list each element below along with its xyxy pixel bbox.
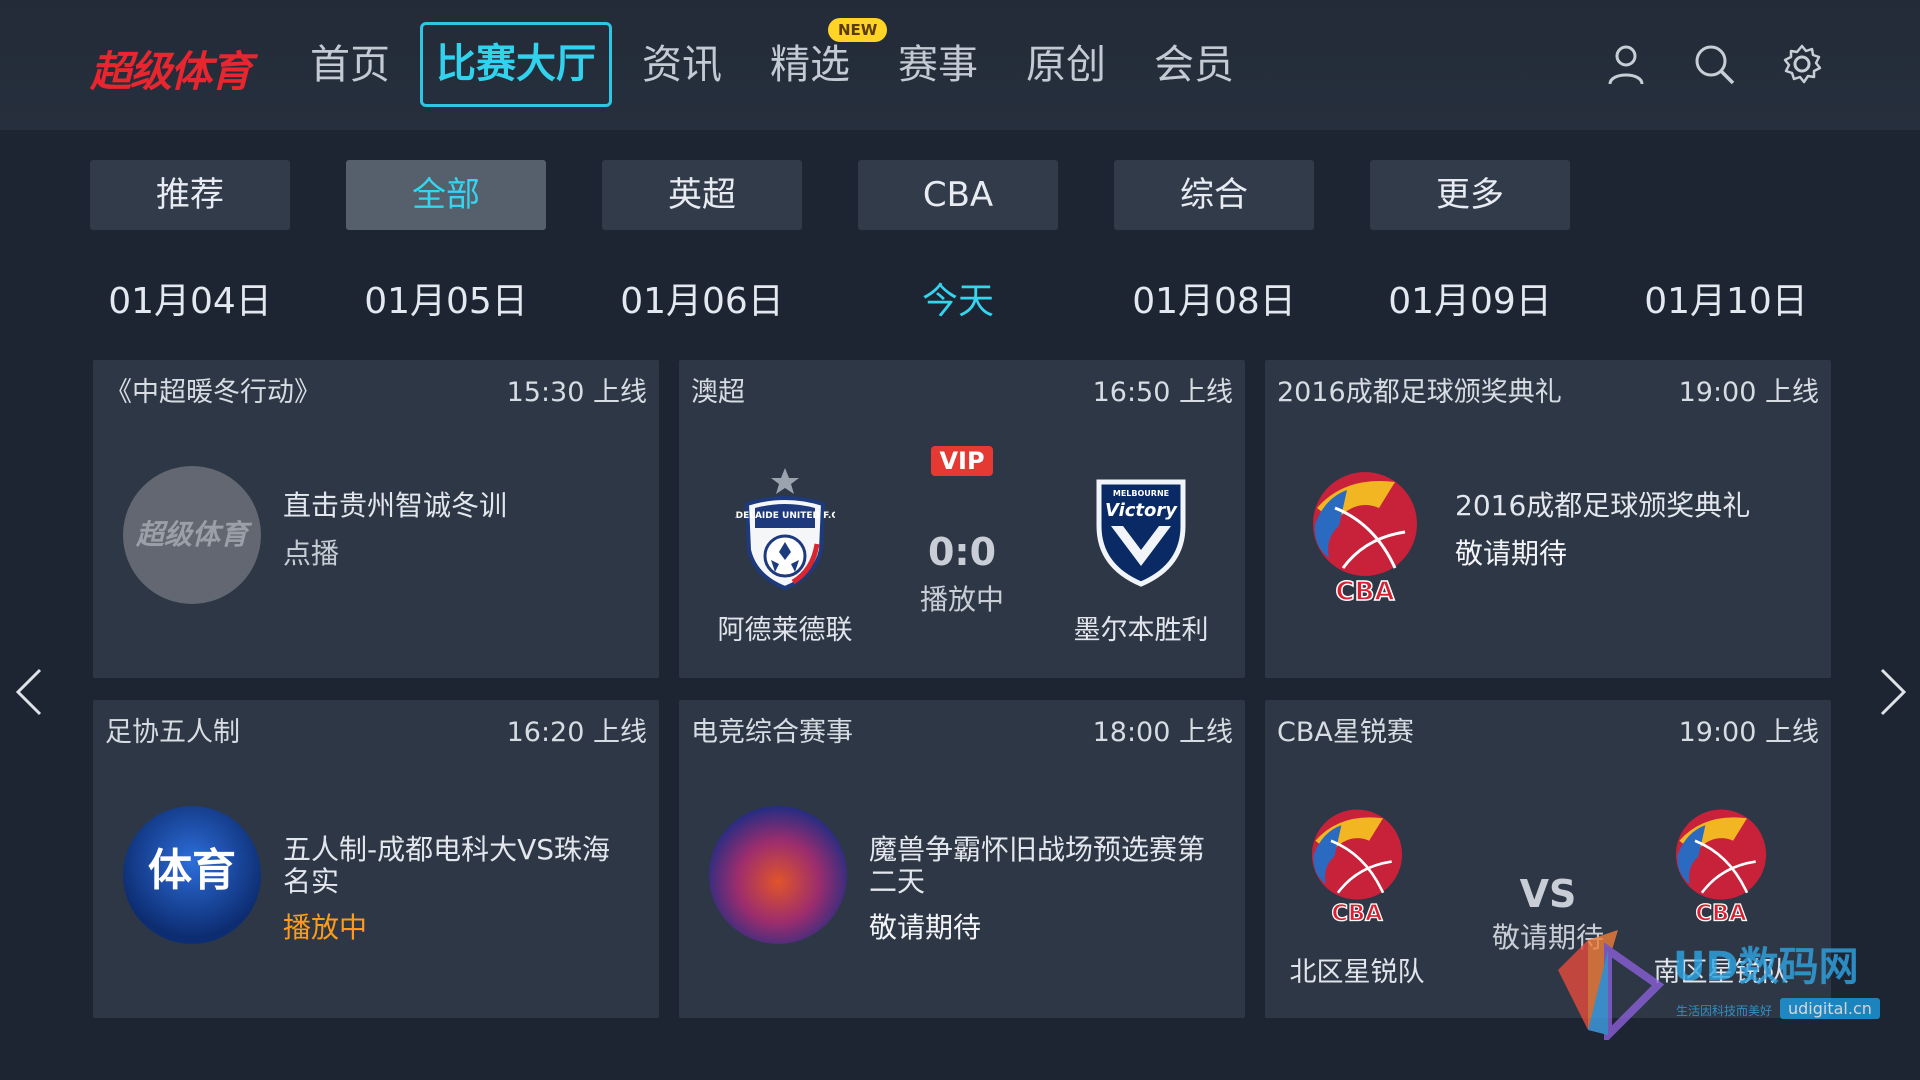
card-category: 《中超暖冬行动》 — [105, 377, 321, 408]
date-item[interactable]: 01月10日 — [1626, 272, 1826, 324]
watermark-logo-icon — [1558, 930, 1665, 1040]
next-arrow-icon[interactable] — [1872, 664, 1912, 720]
date-item[interactable]: 01月04日 — [90, 272, 290, 324]
tab-premier-league[interactable]: 英超 — [602, 160, 802, 230]
card-title: 五人制-成都电科大VS珠海名实 — [283, 833, 611, 898]
channel-logo-thumb: 超级体育 — [123, 466, 261, 604]
melbourne-victory-crest-icon: MELBOURNE Victory — [1096, 479, 1186, 587]
gear-icon[interactable] — [1780, 42, 1824, 86]
card-status: 点播 — [283, 537, 340, 570]
svg-text:CBA: CBA — [1695, 900, 1747, 924]
nav-featured[interactable]: 精选 — [760, 38, 860, 92]
watermark-text: UD数码网 — [1673, 944, 1859, 990]
tab-cba[interactable]: CBA — [858, 160, 1058, 230]
date-item[interactable]: 01月06日 — [602, 272, 802, 324]
date-item[interactable]: 01月09日 — [1370, 272, 1570, 324]
cba-logo-icon: CBA — [1313, 472, 1417, 604]
match-card[interactable]: 澳超 16:50 上线 ADELAIDE UNITED F.C. 阿德莱德联 V… — [679, 360, 1245, 678]
watermark: UD数码网 生活因科技而美好 udigital.cn — [1548, 930, 1908, 1040]
user-icon[interactable] — [1604, 42, 1648, 86]
card-status: 播放中 — [283, 911, 368, 944]
card-category: 澳超 — [691, 377, 745, 408]
crest-lettering: ADELAIDE UNITED F.C. — [735, 511, 835, 521]
card-time: 19:00 上线 — [1678, 717, 1819, 748]
prev-arrow-icon[interactable] — [10, 664, 50, 720]
program-card[interactable]: 2016成都足球颁奖典礼 19:00 上线 CBA 2016成都足球颁奖典礼 敬… — [1265, 360, 1831, 678]
program-card[interactable]: 电竞综合赛事 18:00 上线 魔兽争霸怀旧战场预选赛第二天 敬请期待 — [679, 700, 1245, 1018]
card-status: 敬请期待 — [1455, 537, 1568, 570]
card-time: 15:30 上线 — [506, 377, 647, 408]
home-team-name: 北区星锐队 — [1289, 957, 1425, 988]
card-category: CBA星锐赛 — [1277, 717, 1414, 748]
away-team-name: 墨尔本胜利 — [1073, 615, 1209, 646]
top-nav-bar: 超级体育 首页 比赛大厅 资讯 精选 NEW 赛事 原创 会员 — [0, 0, 1920, 130]
card-status: 敬请期待 — [869, 911, 982, 944]
svg-text:CBA: CBA — [1331, 900, 1383, 924]
tab-recommend[interactable]: 推荐 — [90, 160, 290, 230]
match-status: 播放中 — [919, 583, 1004, 616]
nav-original[interactable]: 原创 — [1016, 38, 1116, 92]
program-card[interactable]: 《中超暖冬行动》 15:30 上线 超级体育 直击贵州智诚冬训 点播 — [93, 360, 659, 678]
date-item[interactable]: 01月08日 — [1114, 272, 1314, 324]
sports-channel-thumb: 体育 — [123, 806, 261, 944]
watermark-url: udigital.cn — [1780, 998, 1880, 1019]
nav-events[interactable]: 赛事 — [888, 38, 988, 92]
search-icon[interactable] — [1692, 42, 1736, 86]
card-title: 2016成都足球颁奖典礼 — [1455, 489, 1751, 522]
card-time: 16:50 上线 — [1092, 377, 1233, 408]
nav-membership[interactable]: 会员 — [1144, 38, 1244, 92]
vip-badge: VIP — [931, 446, 993, 476]
home-team-name: 阿德莱德联 — [717, 615, 853, 646]
program-card[interactable]: 足协五人制 16:20 上线 体育 五人制-成都电科大VS珠海名实 播放中 — [93, 700, 659, 1018]
card-category: 电竞综合赛事 — [691, 717, 853, 748]
card-category: 足协五人制 — [105, 717, 240, 748]
crest-lettering: Victory — [1105, 500, 1178, 521]
card-category: 2016成都足球颁奖典礼 — [1277, 377, 1562, 408]
date-item[interactable]: 01月05日 — [346, 272, 546, 324]
crest-lettering: MELBOURNE — [1113, 489, 1169, 498]
card-time: 18:00 上线 — [1092, 717, 1233, 748]
vs-label: VS — [1519, 872, 1577, 916]
tab-all[interactable]: 全部 — [346, 160, 546, 230]
nav-home[interactable]: 首页 — [300, 38, 400, 92]
date-today[interactable]: 今天 — [858, 272, 1058, 324]
card-time: 16:20 上线 — [506, 717, 647, 748]
svg-text:CBA: CBA — [1335, 577, 1394, 604]
match-score: 0:0 — [927, 530, 997, 574]
cba-logo-icon: CBA — [1311, 809, 1403, 924]
new-badge: NEW — [828, 18, 888, 42]
tab-general[interactable]: 综合 — [1114, 160, 1314, 230]
adelaide-crest-icon: ADELAIDE UNITED F.C. — [735, 468, 835, 591]
nav-match-hall[interactable]: 比赛大厅 — [420, 22, 612, 107]
watermark-slogan: 生活因科技而美好 — [1676, 1004, 1773, 1018]
card-title: 直击贵州智诚冬训 — [283, 489, 508, 522]
tab-more[interactable]: 更多 — [1370, 160, 1570, 230]
card-title: 魔兽争霸怀旧战场预选赛第二天 — [869, 833, 1206, 898]
card-time: 19:00 上线 — [1678, 377, 1819, 408]
cba-logo-icon: CBA — [1675, 809, 1767, 924]
esports-arena-thumb — [709, 806, 847, 944]
nav-news[interactable]: 资讯 — [632, 38, 732, 92]
brand-logo: 超级体育 — [90, 47, 252, 96]
